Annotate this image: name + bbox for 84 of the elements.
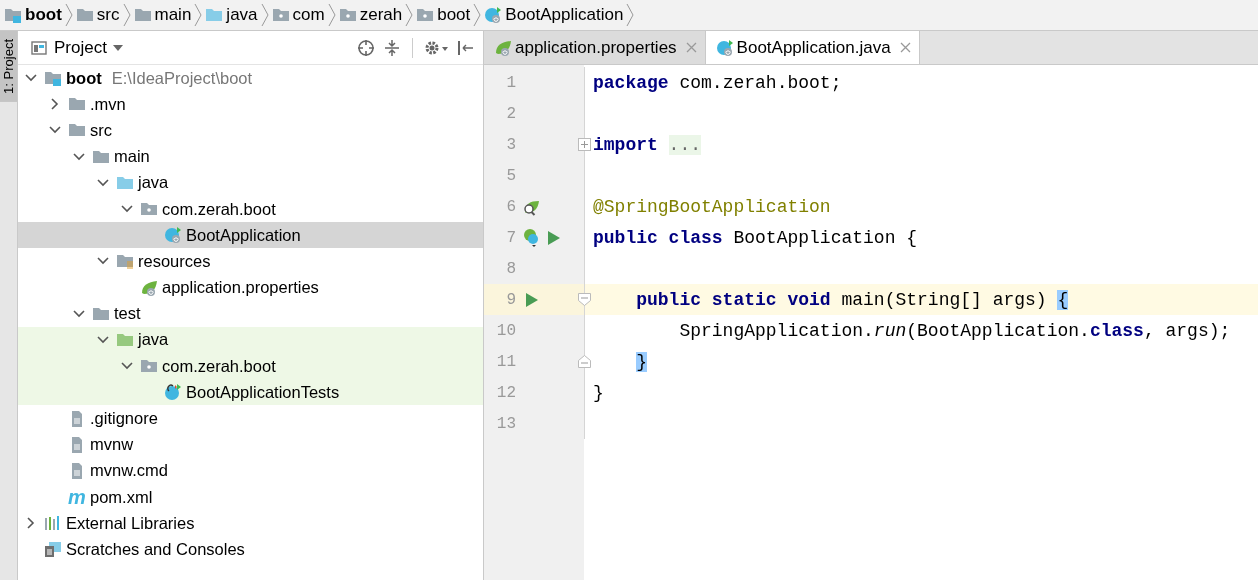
package-icon: [338, 6, 357, 24]
breadcrumb[interactable]: zerah: [336, 2, 405, 28]
class-icon: [715, 38, 734, 57]
breadcrumb[interactable]: BootApplication: [482, 2, 626, 28]
code-line: }: [593, 382, 604, 403]
line-number: 9: [505, 290, 517, 309]
collapse-all-icon[interactable]: [382, 37, 402, 58]
maven-icon: m: [68, 488, 86, 507]
tree-item[interactable]: main: [18, 143, 483, 170]
tree-item[interactable]: External Libraries: [18, 510, 483, 537]
locate-icon[interactable]: [356, 37, 376, 58]
tree-item[interactable]: java: [18, 169, 483, 196]
caret-icon: [112, 44, 123, 51]
tree-item[interactable]: Scratches and Consoles: [18, 536, 483, 563]
breadcrumb[interactable]: boot: [2, 2, 64, 28]
folder-icon: [205, 6, 224, 24]
folder-icon: [75, 6, 94, 24]
chevron-icon: [625, 2, 636, 28]
chevron-icon: [326, 2, 337, 28]
code-line: package com.zerah.boot;: [593, 72, 842, 93]
tree-item[interactable]: com.zerah.boot: [18, 195, 483, 223]
scratches-icon: [44, 540, 62, 559]
fold-marker-icon[interactable]: [578, 293, 591, 306]
line-number: 3: [505, 135, 517, 154]
line-number: 7: [505, 228, 517, 247]
code-line: public class BootApplication {: [593, 227, 918, 248]
close-icon[interactable]: [899, 42, 911, 53]
tree-item[interactable]: .mvn: [18, 91, 483, 118]
tree-item[interactable]: BootApplicationTests: [18, 379, 483, 406]
line-number: 11: [495, 352, 517, 371]
tree-item[interactable]: m pom.xml: [18, 484, 483, 511]
breadcrumb[interactable]: java: [203, 2, 260, 28]
package-icon: [271, 6, 290, 24]
fold-marker-icon[interactable]: [578, 355, 591, 368]
line-number: 2: [505, 104, 517, 123]
chevron-icon: [63, 2, 74, 28]
class-icon: [164, 226, 182, 245]
chevron-icon: [193, 2, 204, 28]
fold-expand-icon[interactable]: [578, 138, 591, 151]
resources-folder-icon: [116, 252, 134, 271]
code-line: SpringApplication.run(BootApplication.class, args);: [679, 320, 1231, 341]
line-number: 6: [505, 197, 517, 216]
chevron-icon: [472, 2, 483, 28]
tree-item[interactable]: com.zerah.boot: [18, 353, 483, 380]
editor-tab[interactable]: BootApplication.java: [705, 31, 920, 64]
tree-item[interactable]: java: [18, 326, 483, 354]
code-line: import ...: [593, 134, 701, 155]
tree-item[interactable]: boot E:\IdeaProject\boot: [18, 65, 483, 92]
line-number: 10: [495, 321, 517, 340]
spring-leaf-icon: [140, 278, 158, 297]
line-number: 1: [505, 73, 517, 92]
tree-item[interactable]: application.properties: [18, 274, 483, 301]
project-view-icon: [30, 38, 48, 57]
chevron-icon: [121, 2, 132, 28]
editor-tab[interactable]: application.properties: [484, 31, 706, 64]
line-number: 8: [505, 259, 517, 278]
class-icon: [484, 6, 503, 24]
tree-item[interactable]: mvnw.cmd: [18, 457, 483, 484]
folder-icon: [133, 6, 152, 24]
class-icon: [164, 383, 182, 402]
project-tool-tab[interactable]: 1: Project: [0, 31, 17, 102]
spring-leaf-icon: [494, 38, 512, 57]
code-line: @SpringBootApplication: [593, 196, 831, 217]
chevron-icon: [404, 2, 415, 28]
breadcrumb[interactable]: com: [269, 2, 327, 28]
tree-item[interactable]: .gitignore: [18, 405, 483, 432]
libraries-icon: [44, 514, 62, 533]
breadcrumb[interactable]: boot: [414, 2, 473, 28]
line-number: 5: [505, 166, 517, 185]
tree-item[interactable]: test: [18, 300, 483, 327]
tree-item[interactable]: resources: [18, 248, 483, 275]
chevron-icon: [259, 2, 270, 28]
breadcrumb[interactable]: src: [73, 2, 122, 28]
module-icon: [4, 6, 22, 24]
code-line: public static void main(String[] args) {: [636, 289, 1069, 310]
package-icon: [416, 6, 435, 24]
tree-item[interactable]: BootApplication: [18, 222, 483, 249]
tree-item[interactable]: src: [18, 117, 483, 144]
project-view-dropdown[interactable]: Project: [30, 37, 123, 58]
line-number: 12: [495, 383, 517, 402]
breadcrumb[interactable]: main: [131, 2, 194, 28]
tree-item[interactable]: mvnw: [18, 431, 483, 458]
module-icon: [44, 69, 62, 88]
line-number: 13: [495, 414, 517, 433]
